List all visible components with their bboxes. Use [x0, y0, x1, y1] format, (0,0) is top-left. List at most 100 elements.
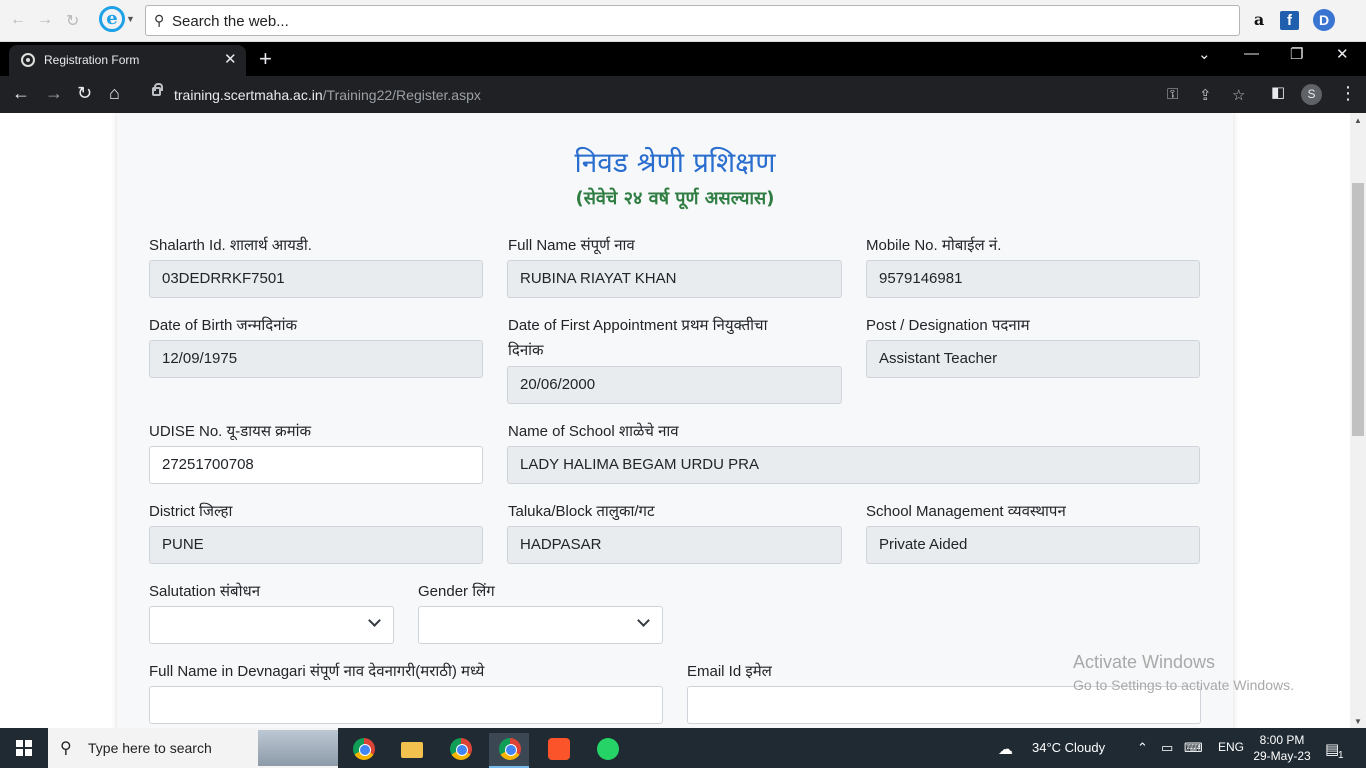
back-icon[interactable]: ←	[12, 83, 30, 104]
folder-icon	[401, 742, 423, 758]
activate-windows-watermark: Activate Windows Go to Settings to activ…	[1073, 652, 1294, 693]
taluka-field: HADPASAR	[507, 526, 842, 564]
bookmark-star-icon[interactable]: ☆	[1232, 86, 1245, 104]
chrome-icon	[499, 738, 521, 760]
ie-back-icon[interactable]: ←	[10, 11, 26, 29]
windows-taskbar: ⚲ Type here to search ☁ 34°C Cloudy ⌃ ▭ …	[0, 728, 1366, 768]
devnagari-name-label: Full Name in Devnagari संपूर्ण नाव देवना…	[149, 663, 485, 680]
notification-count: 1	[1338, 750, 1344, 761]
facebook-icon[interactable]: f	[1280, 11, 1299, 30]
menu-kebab-icon[interactable]: ⋮	[1339, 83, 1357, 104]
forward-icon[interactable]: →	[45, 83, 63, 104]
whatsapp-icon	[597, 738, 619, 760]
ie-logo-dropdown-icon[interactable]: ▼	[126, 14, 135, 24]
weather-text[interactable]: 34°C Cloudy	[1032, 740, 1105, 755]
tray-chevron-up-icon[interactable]: ⌃	[1137, 740, 1148, 756]
page-scrollbar[interactable]: ▲ ▼	[1350, 113, 1366, 728]
taskbar-clock[interactable]: 8:00 PM 29-May-23	[1252, 732, 1312, 764]
scrollbar-thumb[interactable]	[1352, 183, 1364, 436]
window-close-icon[interactable]: ✕	[1336, 45, 1349, 63]
chrome-icon	[450, 738, 472, 760]
taluka-label: Taluka/Block तालुका/गट	[508, 503, 655, 520]
full-name-field: RUBINA RIAYAT KHAN	[507, 260, 842, 298]
tab-registration-form[interactable]: Registration Form ✕	[9, 45, 246, 76]
taskbar-whatsapp[interactable]	[587, 733, 627, 768]
first-appointment-label-line1: Date of First Appointment प्रथम नियुक्ती…	[508, 317, 768, 334]
profile-avatar[interactable]: S	[1301, 84, 1322, 105]
devnagari-name-input[interactable]	[149, 686, 663, 724]
salutation-select[interactable]	[149, 606, 394, 644]
brave-icon	[548, 738, 570, 760]
tab-title: Registration Form	[44, 53, 140, 67]
clock-date: 29-May-23	[1253, 749, 1311, 763]
taskbar-file-explorer[interactable]	[391, 733, 431, 768]
management-field: Private Aided	[866, 526, 1200, 564]
tray-device-icon[interactable]: ▭	[1161, 740, 1173, 756]
browser-toolbar: ← → ↻ ⌂ training.scertmaha.ac.in/Trainin…	[0, 76, 1366, 113]
salutation-label: Salutation संबोधन	[149, 583, 261, 600]
mobile-label: Mobile No. मोबाईल नं.	[866, 237, 1002, 254]
ie-forward-icon[interactable]: →	[37, 11, 53, 29]
taskbar-search-box[interactable]: ⚲ Type here to search	[48, 728, 338, 768]
registration-form-card: निवड श्रेणी प्रशिक्षण (सेवेचे २४ वर्ष पू…	[117, 113, 1233, 728]
search-highlight-image	[258, 730, 338, 766]
address-bar[interactable]: training.scertmaha.ac.in/Training22/Regi…	[143, 79, 1261, 110]
key-icon[interactable]: ⚿	[1167, 86, 1178, 103]
web-search-input[interactable]	[172, 11, 1172, 31]
d-extension-icon[interactable]: D	[1313, 9, 1335, 31]
home-icon[interactable]: ⌂	[109, 83, 120, 104]
mobile-field: 9579146981	[866, 260, 1200, 298]
side-panel-icon[interactable]: ◧	[1271, 83, 1285, 101]
taskbar-chrome-profile-a[interactable]	[343, 733, 383, 768]
new-tab-icon[interactable]: +	[259, 46, 272, 72]
first-appointment-label: Date of First Appointment प्रथम नियुक्ती…	[508, 313, 767, 363]
clock-time: 8:00 PM	[1259, 733, 1305, 747]
chevron-down-icon	[637, 614, 650, 627]
gender-label: Gender लिंग	[418, 583, 495, 600]
taskbar-search-text: Type here to search	[88, 740, 212, 756]
search-icon: ⚲	[60, 740, 72, 757]
scroll-down-arrow-icon[interactable]: ▼	[1354, 717, 1362, 726]
taskbar-chrome[interactable]	[440, 733, 480, 768]
search-icon: ⚲	[154, 12, 165, 28]
share-icon[interactable]: ⇪	[1199, 86, 1212, 104]
taskbar-brave[interactable]	[538, 733, 578, 768]
activate-windows-subtitle: Go to Settings to activate Windows.	[1073, 677, 1294, 693]
ie-logo-icon[interactable]: e	[99, 6, 125, 32]
udise-input[interactable]: 27251700708	[149, 446, 483, 484]
full-name-label: Full Name संपूर्ण नाव	[508, 237, 635, 254]
weather-cloud-icon[interactable]: ☁	[998, 740, 1013, 758]
chevron-down-icon	[368, 614, 381, 627]
reload-icon[interactable]: ↻	[77, 83, 92, 104]
tab-close-icon[interactable]: ✕	[224, 50, 237, 68]
designation-field: Assistant Teacher	[866, 340, 1200, 378]
first-appointment-field: 20/06/2000	[507, 366, 842, 404]
udise-label: UDISE No. यू-डायस क्रमांक	[149, 423, 312, 440]
email-label: Email Id इमेल	[687, 663, 772, 680]
dob-label: Date of Birth जन्मदिनांक	[149, 317, 297, 334]
gender-select[interactable]	[418, 606, 663, 644]
keyboard-icon[interactable]: ⌨	[1184, 740, 1203, 756]
page-viewport: निवड श्रेणी प्रशिक्षण (सेवेचे २४ वर्ष पू…	[0, 113, 1350, 728]
district-field: PUNE	[149, 526, 483, 564]
windows-start-icon[interactable]	[16, 740, 32, 756]
minimize-icon[interactable]: —	[1244, 45, 1259, 62]
shalarth-field: 03DEDRRKF7501	[149, 260, 483, 298]
web-search-box[interactable]: ⚲	[145, 5, 1240, 36]
taskbar-chrome-profile-s[interactable]	[489, 733, 529, 768]
shalarth-label: Shalarth Id. शालार्थ आयडी.	[149, 237, 312, 254]
ie-refresh-icon[interactable]: ↻	[66, 11, 79, 31]
dob-field: 12/09/1975	[149, 340, 483, 378]
restore-icon[interactable]: ❐	[1290, 45, 1303, 63]
school-name-field: LADY HALIMA BEGAM URDU PRA	[507, 446, 1200, 484]
management-label: School Management व्यवस्थापन	[866, 503, 1066, 520]
school-name-label: Name of School शाळेचे नाव	[508, 423, 679, 440]
lock-icon[interactable]	[152, 83, 163, 96]
scroll-up-arrow-icon[interactable]: ▲	[1354, 116, 1362, 125]
language-indicator[interactable]: ENG	[1218, 740, 1244, 754]
ie-toolbar: ← → ↻ e ▼ ⚲ a f D	[0, 0, 1366, 42]
url-text[interactable]: training.scertmaha.ac.in/Training22/Regi…	[174, 87, 481, 103]
first-appointment-label-line2: दिनांक	[508, 342, 544, 359]
tab-search-chevron-icon[interactable]: ⌄	[1198, 45, 1211, 63]
amazon-icon[interactable]: a	[1248, 9, 1270, 31]
